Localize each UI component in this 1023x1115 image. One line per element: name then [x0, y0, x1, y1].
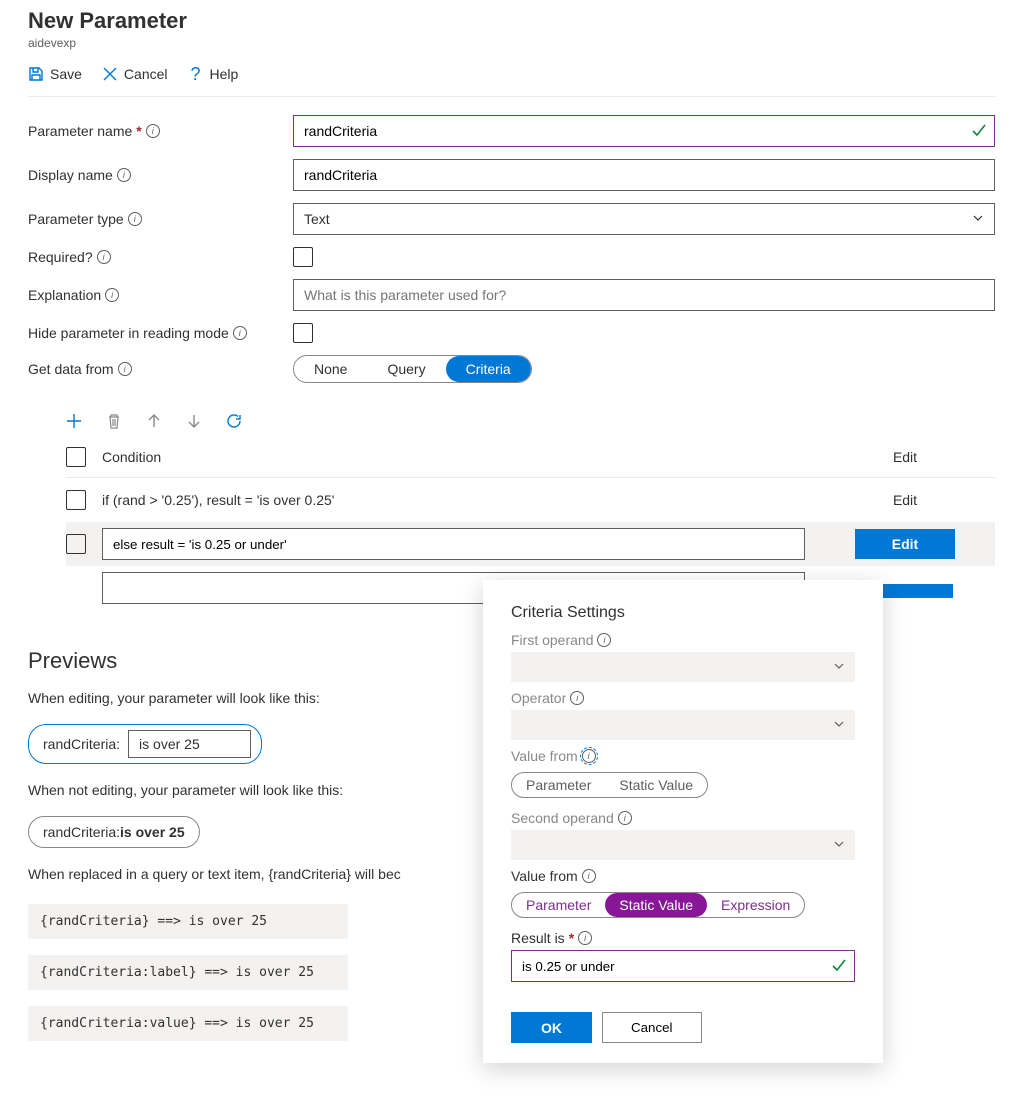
result-is-label: Result is * i: [511, 930, 855, 946]
value-from-pills-1: Parameter Static Value: [511, 772, 708, 798]
get-data-from-label: Get data from i: [28, 361, 293, 377]
chevron-down-icon: [972, 211, 984, 227]
preview-code: {randCriteria:value} ==> is over 25: [28, 1006, 348, 1041]
preview-code: {randCriteria:label} ==> is over 25: [28, 955, 348, 990]
row-checkbox[interactable]: [66, 490, 86, 510]
info-icon[interactable]: i: [97, 250, 111, 264]
save-label: Save: [50, 66, 82, 82]
display-name-input[interactable]: [293, 159, 995, 191]
parameter-type-select[interactable]: Text: [293, 203, 995, 235]
info-icon[interactable]: i: [582, 869, 596, 883]
column-edit: Edit: [815, 449, 995, 465]
info-icon[interactable]: i: [618, 811, 632, 825]
value-from-label-2: Value from i: [511, 868, 855, 884]
info-icon[interactable]: i: [128, 212, 142, 226]
criteria-toolbar: [28, 395, 995, 437]
operator-select[interactable]: [511, 710, 855, 740]
row-checkbox[interactable]: [66, 534, 86, 554]
page-title: New Parameter: [28, 8, 995, 34]
required-checkbox[interactable]: [293, 247, 313, 267]
parameter-name-input[interactable]: [293, 115, 995, 147]
edit-link[interactable]: Edit: [815, 492, 995, 508]
required-label: Required? i: [28, 249, 293, 265]
check-icon: [831, 957, 847, 976]
chevron-down-icon: [833, 659, 845, 675]
explanation-input[interactable]: [293, 279, 995, 311]
help-button[interactable]: ? Help: [188, 66, 239, 82]
display-name-label: Display name i: [28, 167, 293, 183]
explanation-label: Explanation i: [28, 287, 293, 303]
info-icon[interactable]: i: [578, 931, 592, 945]
edit-button[interactable]: Edit: [855, 529, 955, 559]
help-label: Help: [210, 66, 239, 82]
chevron-down-icon: [833, 837, 845, 853]
ok-button[interactable]: OK: [511, 1012, 592, 1043]
pill-parameter[interactable]: Parameter: [512, 893, 605, 917]
criteria-settings-popup: Criteria Settings First operand i Operat…: [483, 580, 883, 1063]
preview-chip-label: randCriteria:: [43, 824, 120, 840]
pill-none[interactable]: None: [294, 356, 367, 382]
pill-parameter[interactable]: Parameter: [512, 773, 605, 797]
column-condition: Condition: [102, 449, 815, 465]
hide-parameter-label: Hide parameter in reading mode i: [28, 325, 293, 341]
preview-chip-value: is over 25: [128, 730, 251, 758]
preview-code: {randCriteria} ==> is over 25: [28, 904, 348, 939]
close-icon: [102, 66, 118, 82]
info-icon[interactable]: i: [117, 168, 131, 182]
preview-chip-value: is over 25: [120, 824, 185, 840]
get-data-from-pills: None Query Criteria: [293, 355, 532, 383]
info-icon[interactable]: i: [597, 633, 611, 647]
value-from-label-1: Value from i: [511, 748, 855, 764]
cancel-label: Cancel: [124, 66, 168, 82]
second-operand-select[interactable]: [511, 830, 855, 860]
info-icon[interactable]: i: [105, 288, 119, 302]
result-is-input[interactable]: [511, 950, 855, 982]
save-icon: [28, 66, 44, 82]
popup-title: Criteria Settings: [511, 604, 855, 622]
check-icon: [971, 122, 987, 141]
condition-input[interactable]: [102, 528, 805, 560]
add-icon[interactable]: [66, 413, 82, 429]
cancel-button[interactable]: Cancel: [102, 66, 168, 82]
chevron-down-icon: [833, 717, 845, 733]
preview-chip-readonly: randCriteria: is over 25: [28, 816, 200, 848]
pill-criteria[interactable]: Criteria: [446, 356, 531, 382]
parameter-type-label: Parameter type i: [28, 211, 293, 227]
save-button[interactable]: Save: [28, 66, 82, 82]
page-subtitle: aidevexp: [28, 36, 995, 50]
info-icon[interactable]: i: [118, 362, 132, 376]
criteria-row: Edit: [66, 522, 995, 566]
move-up-icon[interactable]: [146, 413, 162, 429]
preview-chip-editing: randCriteria: is over 25: [28, 724, 262, 764]
pill-query[interactable]: Query: [367, 356, 445, 382]
pill-static-value[interactable]: Static Value: [605, 773, 707, 797]
command-bar: Save Cancel ? Help: [28, 60, 995, 97]
preview-chip-label: randCriteria:: [43, 736, 120, 752]
operator-label: Operator i: [511, 690, 855, 706]
delete-icon[interactable]: [106, 413, 122, 429]
select-all-checkbox[interactable]: [66, 447, 86, 467]
first-operand-select[interactable]: [511, 652, 855, 682]
cancel-button[interactable]: Cancel: [602, 1012, 702, 1043]
pill-expression[interactable]: Expression: [707, 893, 804, 917]
refresh-icon[interactable]: [226, 413, 242, 429]
help-icon: ?: [188, 66, 204, 82]
info-icon[interactable]: i: [582, 749, 596, 763]
parameter-name-label: Parameter name * i: [28, 123, 293, 139]
second-operand-label: Second operand i: [511, 810, 855, 826]
pill-static-value[interactable]: Static Value: [605, 893, 707, 917]
info-icon[interactable]: i: [570, 691, 584, 705]
move-down-icon[interactable]: [186, 413, 202, 429]
hide-parameter-checkbox[interactable]: [293, 323, 313, 343]
info-icon[interactable]: i: [146, 124, 160, 138]
info-icon[interactable]: i: [233, 326, 247, 340]
first-operand-label: First operand i: [511, 632, 855, 648]
value-from-pills-2: Parameter Static Value Expression: [511, 892, 805, 918]
criteria-row: if (rand > '0.25'), result = 'is over 0.…: [66, 478, 995, 522]
condition-text: if (rand > '0.25'), result = 'is over 0.…: [102, 486, 815, 514]
